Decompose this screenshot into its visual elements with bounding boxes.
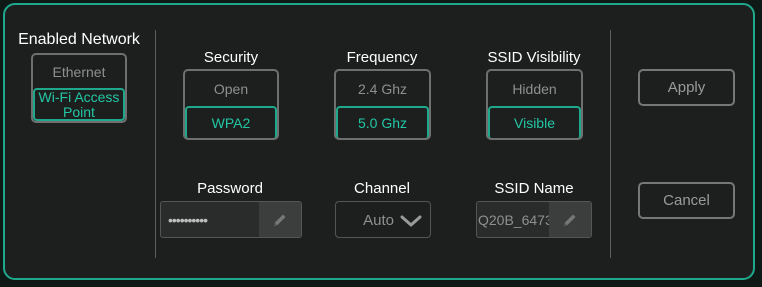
cancel-button[interactable]: Cancel — [638, 182, 735, 219]
security-open-option[interactable]: Open — [185, 71, 277, 106]
right-divider — [610, 30, 611, 258]
left-divider — [155, 30, 156, 258]
channel-dropdown[interactable]: Auto — [335, 201, 431, 238]
ssid-name-value: Q20B_6473 — [478, 212, 550, 228]
chevron-down-icon — [400, 215, 422, 227]
enabled-network-selector: Ethernet Wi-Fi Access Point — [31, 53, 127, 123]
ssid-name-edit-button[interactable] — [549, 202, 591, 237]
channel-value: Auto — [363, 212, 394, 229]
password-field[interactable]: •••••••••• — [160, 201, 302, 238]
frequency-2-4ghz-option[interactable]: 2.4 Ghz — [336, 71, 429, 106]
security-label: Security — [203, 49, 259, 66]
ssid-name-label: SSID Name — [494, 180, 574, 197]
ssid-visible-option[interactable]: Visible — [488, 106, 581, 138]
password-edit-button[interactable] — [259, 202, 301, 237]
ssid-visibility-label: SSID Visibility — [487, 49, 581, 66]
security-wpa2-option[interactable]: WPA2 — [185, 106, 277, 138]
ssid-name-field[interactable]: Q20B_6473 — [476, 201, 592, 238]
pencil-icon — [564, 214, 576, 226]
enabled-network-title: Enabled Network — [18, 31, 140, 48]
ssid-hidden-option[interactable]: Hidden — [488, 71, 581, 106]
password-value: •••••••••• — [168, 212, 208, 228]
security-selector: Open WPA2 — [183, 69, 279, 140]
pencil-icon — [274, 214, 286, 226]
ssid-visibility-selector: Hidden Visible — [486, 69, 583, 140]
frequency-label: Frequency — [346, 49, 418, 66]
frequency-5-0ghz-option[interactable]: 5.0 Ghz — [336, 106, 429, 138]
ethernet-option[interactable]: Ethernet — [33, 55, 125, 88]
channel-label: Channel — [354, 180, 410, 197]
frequency-selector: 2.4 Ghz 5.0 Ghz — [334, 69, 431, 140]
apply-button[interactable]: Apply — [638, 69, 735, 106]
password-label: Password — [197, 180, 263, 197]
wifi-access-point-option[interactable]: Wi-Fi Access Point — [33, 88, 125, 121]
